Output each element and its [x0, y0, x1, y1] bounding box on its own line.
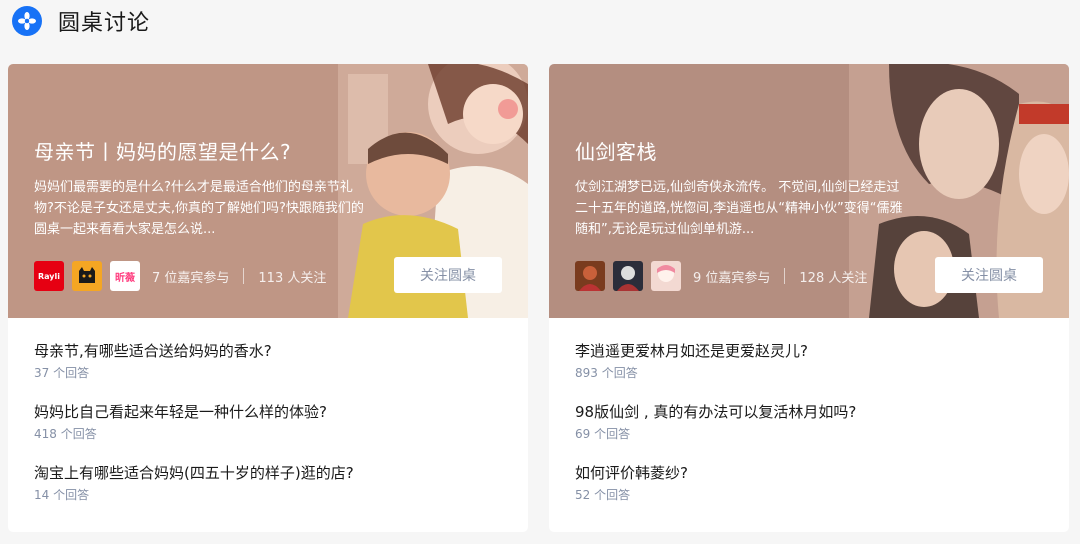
guest-avatar-icon	[579, 266, 601, 291]
meta-divider	[784, 268, 786, 284]
roundtable-title[interactable]: 母亲节丨妈妈的愿望是什么?	[34, 136, 291, 165]
avatar[interactable]	[72, 261, 102, 291]
question-title[interactable]: 98版仙剑 , 真的有办法可以复活林月如吗?	[575, 401, 1045, 423]
guest-avatar-icon	[617, 266, 639, 291]
roundtable-meta: 9 位嘉宾参与 128 人关注	[575, 261, 868, 291]
question-title[interactable]: 淘宝上有哪些适合妈妈(四五十岁的样子)逛的店?	[34, 462, 504, 484]
cat-icon	[79, 267, 95, 283]
roundtable-description: 妈妈们最需要的是什么?什么才是最适合他们的母亲节礼物?不论是子女还是丈夫,你真的…	[34, 180, 364, 237]
follower-count: 128 人关注	[799, 270, 868, 286]
question-item[interactable]: 如何评价韩菱纱? 52 个回答	[575, 462, 1045, 523]
page-header: 圆桌讨论	[12, 6, 150, 36]
question-title[interactable]: 李逍遥更爱林月如还是更爱赵灵儿?	[575, 340, 1045, 362]
question-item[interactable]: 母亲节,有哪些适合送给妈妈的香水? 37 个回答	[34, 340, 504, 401]
meta-divider	[243, 268, 245, 284]
answer-count: 418 个回答	[34, 427, 97, 441]
avatar[interactable]: 昕薇	[110, 261, 140, 291]
roundtable-card-mothers-day: 母亲节丨妈妈的愿望是什么? 妈妈们最需要的是什么?什么才是最适合他们的母亲节礼物…	[8, 64, 528, 532]
roundtable-banner[interactable]: 仙剑客栈 仗剑江湖梦已远,仙剑奇侠永流传。 不觉间,仙剑已经走过二十五年的道路,…	[549, 64, 1069, 318]
avatar-label: 昕薇	[115, 272, 135, 284]
follow-roundtable-button[interactable]: 关注圆桌	[394, 257, 502, 293]
question-item[interactable]: 妈妈比自己看起来年轻是一种什么样的体验? 418 个回答	[34, 401, 504, 462]
avatar[interactable]: Rayli	[34, 261, 64, 291]
avatar[interactable]	[575, 261, 605, 291]
answer-count: 37 个回答	[34, 366, 90, 380]
avatar-label: Rayli	[37, 271, 60, 281]
avatar[interactable]	[613, 261, 643, 291]
answer-count: 893 个回答	[575, 366, 638, 380]
answer-count: 69 个回答	[575, 427, 631, 441]
roundtable-logo-icon	[12, 6, 42, 36]
question-item[interactable]: 98版仙剑 , 真的有办法可以复活林月如吗? 69 个回答	[575, 401, 1045, 462]
roundtable-description: 仗剑江湖梦已远,仙剑奇侠永流传。 不觉间,仙剑已经走过二十五年的道路,恍惚间,李…	[575, 180, 903, 237]
question-list: 李逍遥更爱林月如还是更爱赵灵儿? 893 个回答 98版仙剑 , 真的有办法可以…	[575, 340, 1045, 523]
follower-count: 113 人关注	[258, 270, 327, 286]
roundtable-meta: Rayli 昕薇 7 位嘉宾参与 113 人关注	[34, 261, 327, 291]
question-list: 母亲节,有哪些适合送给妈妈的香水? 37 个回答 妈妈比自己看起来年轻是一种什么…	[34, 340, 504, 523]
question-title[interactable]: 母亲节,有哪些适合送给妈妈的香水?	[34, 340, 504, 362]
answer-count: 14 个回答	[34, 488, 90, 502]
guest-count: 9 位嘉宾参与	[693, 270, 771, 286]
roundtable-title[interactable]: 仙剑客栈	[575, 136, 657, 165]
answer-count: 52 个回答	[575, 488, 631, 502]
question-title[interactable]: 如何评价韩菱纱?	[575, 462, 1045, 484]
roundtable-banner[interactable]: 母亲节丨妈妈的愿望是什么? 妈妈们最需要的是什么?什么才是最适合他们的母亲节礼物…	[8, 64, 528, 318]
page-title: 圆桌讨论	[58, 11, 151, 36]
avatar[interactable]	[651, 261, 681, 291]
guest-avatar-icon	[657, 265, 675, 282]
question-item[interactable]: 李逍遥更爱林月如还是更爱赵灵儿? 893 个回答	[575, 340, 1045, 401]
roundtable-card-xianjian: 仙剑客栈 仗剑江湖梦已远,仙剑奇侠永流传。 不觉间,仙剑已经走过二十五年的道路,…	[549, 64, 1069, 532]
question-title[interactable]: 妈妈比自己看起来年轻是一种什么样的体验?	[34, 401, 504, 423]
guest-count: 7 位嘉宾参与	[152, 270, 230, 286]
follow-roundtable-button[interactable]: 关注圆桌	[935, 257, 1043, 293]
question-item[interactable]: 淘宝上有哪些适合妈妈(四五十岁的样子)逛的店? 14 个回答	[34, 462, 504, 523]
